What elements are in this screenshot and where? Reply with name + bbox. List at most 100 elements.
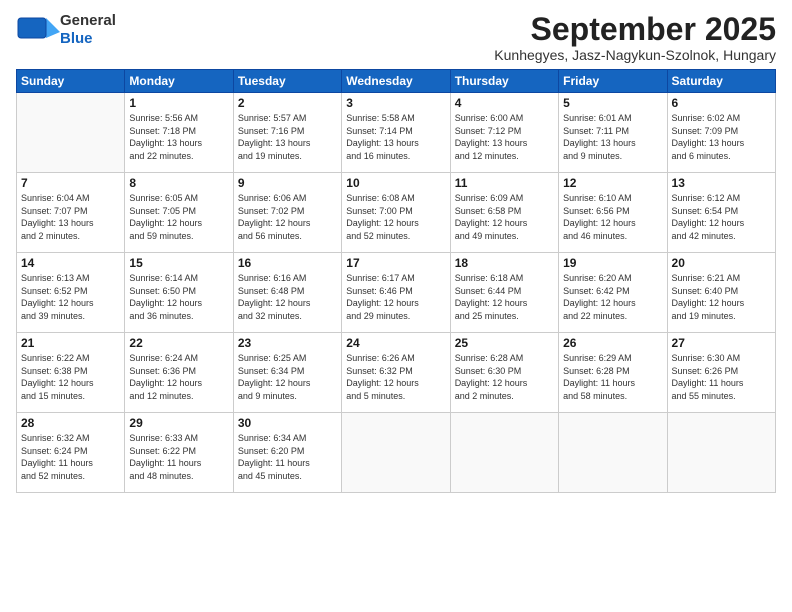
table-row: 5Sunrise: 6:01 AM Sunset: 7:11 PM Daylig…: [559, 93, 667, 173]
day-number: 29: [129, 416, 228, 430]
table-row: 13 Sunrise: 6:12 AM Sunset: 6:54 PM Dayli…: [667, 173, 775, 253]
calendar-table: Sunday Monday Tuesday Wednesday Thursday…: [16, 69, 776, 493]
table-row: 27 Sunrise: 6:30 AM Sunset: 6:26 PM Dayli…: [667, 333, 775, 413]
calendar-page: General Blue September 2025 Kunhegyes, J…: [0, 0, 792, 612]
day-info: Sunrise: 6:17 AM Sunset: 6:46 PM Dayligh…: [346, 272, 445, 322]
day-info: Sunrise: 6:14 AM Sunset: 6:50 PM Dayligh…: [129, 272, 228, 322]
logo: General Blue: [16, 12, 116, 48]
table-row: 19 Sunrise: 6:20 AM Sunset: 6:42 PM Dayli…: [559, 253, 667, 333]
day-info: Sunrise: 6:06 AM Sunset: 7:02 PM Dayligh…: [238, 192, 337, 242]
table-row: 8Sunrise: 6:05 AM Sunset: 7:05 PM Daylig…: [125, 173, 233, 253]
day-info: Sunrise: 6:16 AM Sunset: 6:48 PM Dayligh…: [238, 272, 337, 322]
day-info: Sunrise: 6:26 AM Sunset: 6:32 PM Dayligh…: [346, 352, 445, 402]
month-title: September 2025: [494, 12, 776, 47]
logo-text-block: General Blue: [60, 12, 116, 48]
table-row: 28 Sunrise: 6:32 AM Sunset: 6:24 PM Dayli…: [17, 413, 125, 493]
day-info: Sunrise: 6:28 AM Sunset: 6:30 PM Dayligh…: [455, 352, 554, 402]
table-row: 6 Sunrise: 6:02 AM Sunset: 7:09 PM Daylig…: [667, 93, 775, 173]
table-row: 30Sunrise: 6:34 AM Sunset: 6:20 PM Dayli…: [233, 413, 341, 493]
table-row: 23 Sunrise: 6:25 AM Sunset: 6:34 PM Dayli…: [233, 333, 341, 413]
day-info: Sunrise: 6:02 AM Sunset: 7:09 PM Dayligh…: [672, 112, 771, 162]
day-info: Sunrise: 6:18 AM Sunset: 6:44 PM Dayligh…: [455, 272, 554, 322]
table-row: 4Sunrise: 6:00 AM Sunset: 7:12 PM Daylig…: [450, 93, 558, 173]
day-number: 7: [21, 176, 120, 190]
table-row: [342, 413, 450, 493]
day-info: Sunrise: 6:25 AM Sunset: 6:34 PM Dayligh…: [238, 352, 337, 402]
day-number: 28: [21, 416, 120, 430]
table-row: 15 Sunrise: 6:14 AM Sunset: 6:50 PM Dayli…: [125, 253, 233, 333]
table-row: 25 Sunrise: 6:28 AM Sunset: 6:30 PM Dayli…: [450, 333, 558, 413]
day-info: Sunrise: 6:33 AM Sunset: 6:22 PM Dayligh…: [129, 432, 228, 482]
day-info: Sunrise: 6:20 AM Sunset: 6:42 PM Dayligh…: [563, 272, 662, 322]
day-info: Sunrise: 5:58 AM Sunset: 7:14 PM Dayligh…: [346, 112, 445, 162]
day-number: 21: [21, 336, 120, 350]
calendar-header-row: Sunday Monday Tuesday Wednesday Thursday…: [17, 70, 776, 93]
table-row: 7 Sunrise: 6:04 AM Sunset: 7:07 PM Daylig…: [17, 173, 125, 253]
day-info: Sunrise: 6:04 AM Sunset: 7:07 PM Dayligh…: [21, 192, 120, 242]
day-info: Sunrise: 6:12 AM Sunset: 6:54 PM Dayligh…: [672, 192, 771, 242]
day-number: 15: [129, 256, 228, 270]
day-number: 30: [238, 416, 337, 430]
table-row: [450, 413, 558, 493]
table-row: 20 Sunrise: 6:21 AM Sunset: 6:40 PM Dayli…: [667, 253, 775, 333]
logo-blue: Blue: [60, 30, 93, 48]
col-saturday: Saturday: [667, 70, 775, 93]
day-number: 27: [672, 336, 771, 350]
day-info: Sunrise: 5:56 AM Sunset: 7:18 PM Dayligh…: [129, 112, 228, 162]
table-row: 26Sunrise: 6:29 AM Sunset: 6:28 PM Dayli…: [559, 333, 667, 413]
day-number: 24: [346, 336, 445, 350]
col-friday: Friday: [559, 70, 667, 93]
calendar-week-row: 7 Sunrise: 6:04 AM Sunset: 7:07 PM Daylig…: [17, 173, 776, 253]
day-number: 17: [346, 256, 445, 270]
table-row: 3 Sunrise: 5:58 AM Sunset: 7:14 PM Daylig…: [342, 93, 450, 173]
day-number: 13: [672, 176, 771, 190]
title-block: September 2025 Kunhegyes, Jasz-Nagykun-S…: [494, 12, 776, 63]
table-row: 1 Sunrise: 5:56 AM Sunset: 7:18 PM Daylig…: [125, 93, 233, 173]
day-number: 3: [346, 96, 445, 110]
day-info: Sunrise: 6:00 AM Sunset: 7:12 PM Dayligh…: [455, 112, 554, 162]
table-row: 9 Sunrise: 6:06 AM Sunset: 7:02 PM Daylig…: [233, 173, 341, 253]
calendar-week-row: 14 Sunrise: 6:13 AM Sunset: 6:52 PM Dayli…: [17, 253, 776, 333]
day-number: 16: [238, 256, 337, 270]
day-number: 10: [346, 176, 445, 190]
day-info: Sunrise: 6:08 AM Sunset: 7:00 PM Dayligh…: [346, 192, 445, 242]
day-number: 12: [563, 176, 662, 190]
day-number: 18: [455, 256, 554, 270]
day-info: Sunrise: 6:10 AM Sunset: 6:56 PM Dayligh…: [563, 192, 662, 242]
day-number: 20: [672, 256, 771, 270]
day-number: 14: [21, 256, 120, 270]
table-row: 18 Sunrise: 6:18 AM Sunset: 6:44 PM Dayli…: [450, 253, 558, 333]
day-info: Sunrise: 6:13 AM Sunset: 6:52 PM Dayligh…: [21, 272, 120, 322]
day-number: 19: [563, 256, 662, 270]
calendar-week-row: 28 Sunrise: 6:32 AM Sunset: 6:24 PM Dayli…: [17, 413, 776, 493]
location: Kunhegyes, Jasz-Nagykun-Szolnok, Hungary: [494, 47, 776, 63]
logo-general: General: [60, 12, 116, 30]
logo-icon: [16, 16, 56, 44]
day-info: Sunrise: 6:21 AM Sunset: 6:40 PM Dayligh…: [672, 272, 771, 322]
col-tuesday: Tuesday: [233, 70, 341, 93]
col-wednesday: Wednesday: [342, 70, 450, 93]
table-row: 12 Sunrise: 6:10 AM Sunset: 6:56 PM Dayli…: [559, 173, 667, 253]
day-number: 1: [129, 96, 228, 110]
table-row: 11Sunrise: 6:09 AM Sunset: 6:58 PM Dayli…: [450, 173, 558, 253]
col-sunday: Sunday: [17, 70, 125, 93]
calendar-week-row: 1 Sunrise: 5:56 AM Sunset: 7:18 PM Daylig…: [17, 93, 776, 173]
table-row: [559, 413, 667, 493]
day-info: Sunrise: 6:22 AM Sunset: 6:38 PM Dayligh…: [21, 352, 120, 402]
table-row: 2 Sunrise: 5:57 AM Sunset: 7:16 PM Daylig…: [233, 93, 341, 173]
day-info: Sunrise: 6:01 AM Sunset: 7:11 PM Dayligh…: [563, 112, 662, 162]
day-number: 2: [238, 96, 337, 110]
day-number: 26: [563, 336, 662, 350]
table-row: 14 Sunrise: 6:13 AM Sunset: 6:52 PM Dayli…: [17, 253, 125, 333]
day-number: 23: [238, 336, 337, 350]
day-info: Sunrise: 6:32 AM Sunset: 6:24 PM Dayligh…: [21, 432, 120, 482]
day-number: 9: [238, 176, 337, 190]
table-row: 21 Sunrise: 6:22 AM Sunset: 6:38 PM Dayli…: [17, 333, 125, 413]
day-number: 6: [672, 96, 771, 110]
col-monday: Monday: [125, 70, 233, 93]
day-info: Sunrise: 6:30 AM Sunset: 6:26 PM Dayligh…: [672, 352, 771, 402]
day-info: Sunrise: 5:57 AM Sunset: 7:16 PM Dayligh…: [238, 112, 337, 162]
day-number: 25: [455, 336, 554, 350]
day-info: Sunrise: 6:24 AM Sunset: 6:36 PM Dayligh…: [129, 352, 228, 402]
day-info: Sunrise: 6:05 AM Sunset: 7:05 PM Dayligh…: [129, 192, 228, 242]
